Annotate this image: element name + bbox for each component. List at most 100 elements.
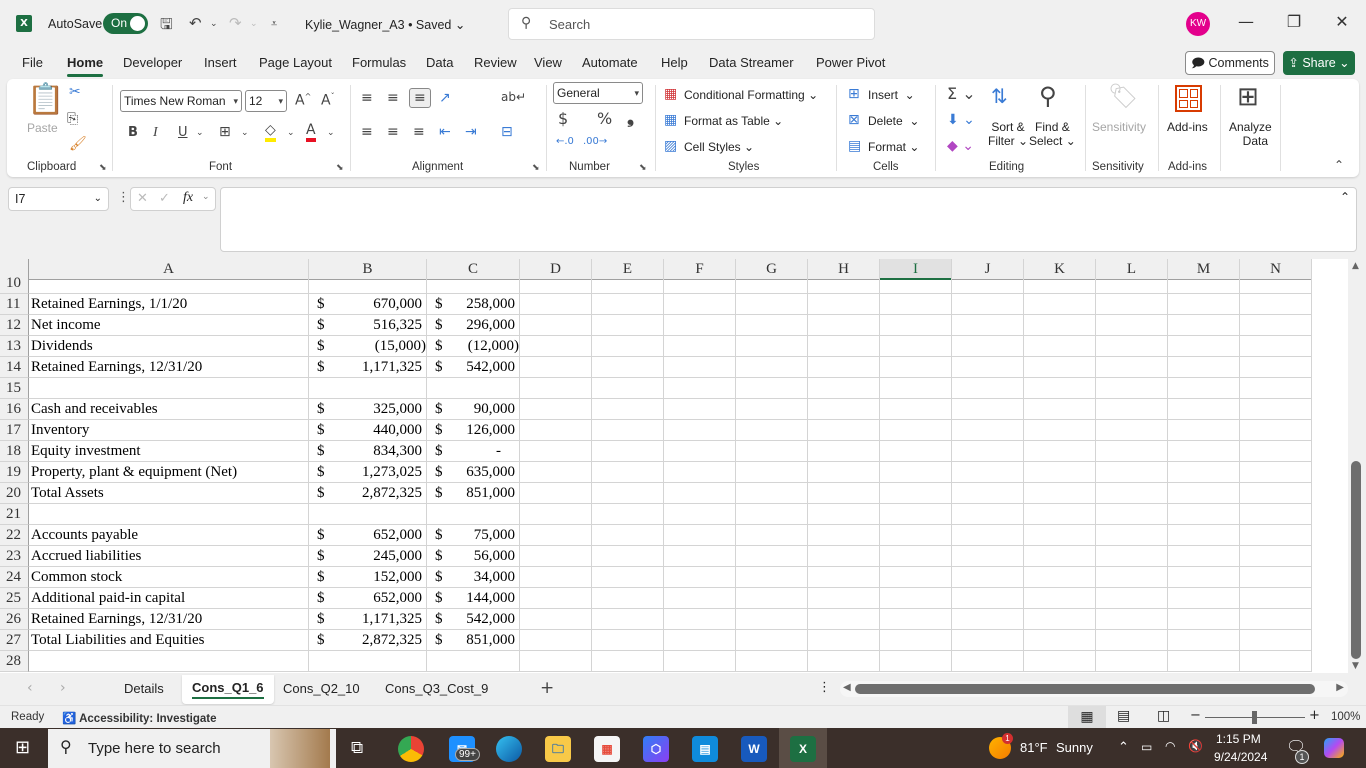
cell-label[interactable]: Retained Earnings, 12/31/20 [29, 609, 309, 630]
cell-empty[interactable] [736, 441, 808, 462]
analyze-data-icon[interactable]: ⊞ [1237, 84, 1259, 110]
cell-label[interactable]: Net income [29, 315, 309, 336]
menu-insert[interactable]: Insert [204, 55, 237, 70]
cell-empty[interactable] [664, 441, 736, 462]
cell-empty[interactable] [880, 567, 952, 588]
font-launcher-icon[interactable]: ⬊ [336, 163, 344, 173]
search-box[interactable]: ⚲ Search [508, 8, 875, 40]
cell-empty[interactable] [592, 483, 664, 504]
italic-button[interactable]: I [153, 126, 158, 140]
add-sheet-button[interactable]: + [540, 678, 554, 698]
sort-filter-button[interactable]: Sort & Filter ⌄ [988, 120, 1028, 148]
cell-amount[interactable]: $245,000 [309, 546, 427, 567]
cell-empty[interactable] [1168, 462, 1240, 483]
row-header[interactable]: 16 [0, 399, 29, 420]
windows-start-icon[interactable]: ⊞ [15, 737, 30, 758]
redo-icon[interactable]: ↷ [229, 14, 242, 32]
cell-empty[interactable] [664, 525, 736, 546]
cell-empty[interactable] [592, 357, 664, 378]
cell-amount[interactable] [309, 273, 427, 294]
menu-file[interactable]: File [22, 55, 43, 70]
cell-empty[interactable] [1240, 399, 1312, 420]
cell-empty[interactable] [1240, 315, 1312, 336]
cell-empty[interactable] [808, 483, 880, 504]
alignment-launcher-icon[interactable]: ⬊ [532, 163, 540, 173]
cell-label[interactable]: Additional paid-in capital [29, 588, 309, 609]
normal-view-icon[interactable]: ▦ [1068, 706, 1106, 728]
cell-empty[interactable] [664, 504, 736, 525]
cell-empty[interactable] [880, 336, 952, 357]
menu-data-streamer[interactable]: Data Streamer [709, 55, 794, 70]
cell-empty[interactable] [808, 294, 880, 315]
insert-cells-icon[interactable]: ⊞ [848, 87, 860, 101]
align-top-icon[interactable]: ≡ [361, 91, 373, 105]
cell-empty[interactable] [1168, 357, 1240, 378]
cell-empty[interactable] [736, 336, 808, 357]
copilot-icon[interactable] [1324, 738, 1344, 758]
cell-empty[interactable] [808, 378, 880, 399]
cell-empty[interactable] [880, 357, 952, 378]
cell-amount[interactable]: $2,872,325 [309, 483, 427, 504]
cell-amount[interactable]: $851,000 [427, 630, 520, 651]
cell-empty[interactable] [1240, 420, 1312, 441]
cell-empty[interactable] [1024, 315, 1096, 336]
file-explorer-icon[interactable]: 🗀 [545, 736, 571, 762]
cell-empty[interactable] [1024, 630, 1096, 651]
cell-amount[interactable]: $90,000 [427, 399, 520, 420]
underline-dropdown-icon[interactable]: ⌄ [196, 129, 204, 138]
task-view-icon[interactable]: ⧉ [351, 738, 363, 758]
cell-empty[interactable] [1168, 546, 1240, 567]
excel-taskbar-icon[interactable]: X [790, 736, 816, 762]
font-name-select[interactable]: Times New Roman ▾ [120, 90, 242, 112]
cell-empty[interactable] [808, 399, 880, 420]
cell-empty[interactable] [952, 525, 1024, 546]
cell-amount[interactable] [309, 504, 427, 525]
zoom-slider-thumb[interactable] [1252, 711, 1257, 724]
cell-empty[interactable] [1240, 567, 1312, 588]
cancel-icon[interactable]: ✕ [137, 191, 148, 206]
prev-sheet-icon[interactable]: ‹ [27, 680, 33, 696]
cell-amount[interactable]: $635,000 [427, 462, 520, 483]
cell-empty[interactable] [1096, 315, 1168, 336]
cell-empty[interactable] [592, 567, 664, 588]
calendar-app-icon[interactable]: ▤ [692, 736, 718, 762]
cell-empty[interactable] [592, 441, 664, 462]
cell-empty[interactable] [808, 588, 880, 609]
cell-empty[interactable] [1240, 378, 1312, 399]
formula-input[interactable]: ⌃ [220, 187, 1357, 252]
row-header[interactable]: 15 [0, 378, 29, 399]
undo-icon[interactable]: ↶ [189, 14, 202, 32]
autosave-toggle[interactable]: On [103, 13, 148, 34]
comments-button[interactable]: 🗩 Comments [1185, 51, 1275, 75]
cell-empty[interactable] [880, 483, 952, 504]
cell-styles-icon[interactable]: ▨ [664, 139, 677, 153]
cell-empty[interactable] [880, 315, 952, 336]
row-header[interactable]: 11 [0, 294, 29, 315]
expand-formula-icon[interactable]: ⌃ [1340, 190, 1350, 204]
cell-empty[interactable] [1240, 294, 1312, 315]
accessibility-status[interactable]: ♿ Accessibility: Investigate [62, 711, 217, 725]
cell-empty[interactable] [736, 546, 808, 567]
insert-cells-button[interactable]: Insert ⌄ [868, 88, 915, 102]
cell-empty[interactable] [736, 525, 808, 546]
row-header[interactable]: 13 [0, 336, 29, 357]
restore-icon[interactable]: ❐ [1279, 12, 1309, 31]
format-cells-icon[interactable]: ▤ [848, 139, 861, 153]
align-right-icon[interactable]: ≡ [413, 125, 425, 139]
menu-review[interactable]: Review [474, 55, 517, 70]
scroll-left-icon[interactable]: ◀ [843, 682, 851, 693]
cell-empty[interactable] [1240, 546, 1312, 567]
cell-empty[interactable] [592, 294, 664, 315]
cell-label[interactable]: Dividends [29, 336, 309, 357]
cell-empty[interactable] [1168, 504, 1240, 525]
cell-empty[interactable] [592, 546, 664, 567]
decrease-indent-icon[interactable]: ⇤ [439, 125, 451, 139]
cell-empty[interactable] [736, 378, 808, 399]
cell-empty[interactable] [520, 441, 592, 462]
menu-developer[interactable]: Developer [123, 55, 182, 70]
cell-empty[interactable] [1024, 483, 1096, 504]
volume-muted-icon[interactable]: 🔇 [1188, 739, 1203, 753]
word-icon[interactable]: W [741, 736, 767, 762]
cell-empty[interactable] [1240, 441, 1312, 462]
clock-time[interactable]: 1:15 PM [1216, 732, 1261, 746]
